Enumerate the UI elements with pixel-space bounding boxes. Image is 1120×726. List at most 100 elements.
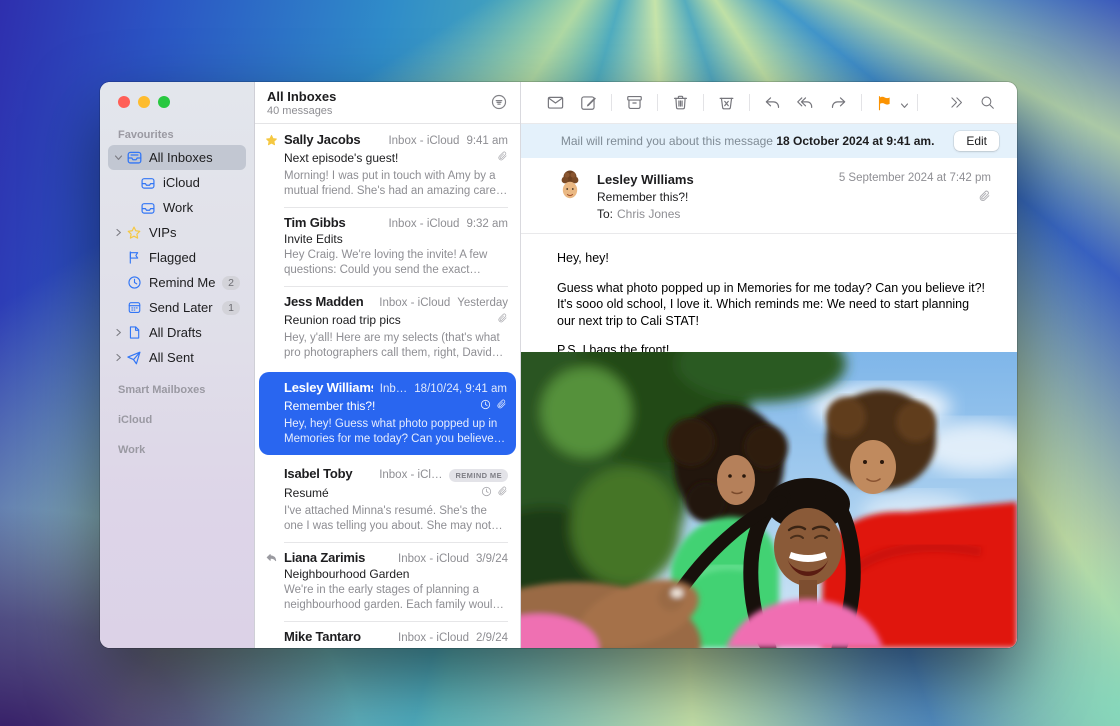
message-sender: Jess Madden (284, 294, 372, 309)
chevron-right-icon[interactable] (112, 353, 124, 362)
message-list-pane: All Inboxes 40 messages Sally Jacobs Inbo… (255, 82, 521, 648)
sidebar-section-header: Smart Mailboxes (100, 384, 254, 400)
sidebar-item-send-later[interactable]: Send Later1 (108, 295, 246, 320)
sender-name: Lesley Williams (597, 172, 839, 187)
message-mailbox: Inbox - iCloud (388, 135, 459, 147)
toolbar-separator (611, 94, 612, 111)
sidebar-section-header: Work (100, 444, 254, 460)
close-window-button[interactable] (118, 96, 130, 108)
flag-chevron-button[interactable] (900, 91, 911, 114)
sidebar-item-icloud[interactable]: iCloud (122, 170, 246, 195)
reminder-banner: Mail will remind you about this message … (521, 124, 1017, 158)
sidebar-section-header: Favourites (100, 129, 254, 145)
message-row[interactable]: Isabel TobyInbox - iCl…REMIND MEResuméI'… (255, 458, 520, 542)
toolbar-separator (861, 94, 862, 111)
toolbar (521, 82, 1017, 124)
sidebar-item-remind-me[interactable]: Remind Me2 (108, 270, 246, 295)
chevron-down-icon[interactable] (112, 153, 124, 162)
message-date: 5 September 2024 at 7:42 pm (839, 172, 991, 184)
attachment-paperclip-icon[interactable] (978, 190, 991, 208)
reading-pane: Mail will remind you about this message … (521, 82, 1017, 648)
sidebar-item-all-inboxes[interactable]: All Inboxes (108, 145, 246, 170)
message-date: 9:32 am (466, 218, 508, 230)
message-subject: Las Vegas spots (284, 646, 508, 648)
message-body: Hey, hey! Guess what photo popped up in … (521, 234, 1017, 372)
flag-icon (124, 250, 144, 265)
minimize-window-button[interactable] (138, 96, 150, 108)
get-mail-button[interactable] (539, 89, 572, 116)
photo-attachment[interactable] (521, 352, 1017, 648)
message-preview: We're in the early stages of planning a … (284, 583, 508, 612)
desktop-wallpaper: FavouritesAll InboxesiCloudWorkVIPsFlagg… (0, 0, 1120, 726)
edit-reminder-button[interactable]: Edit (954, 131, 999, 151)
toolbar-separator (657, 94, 658, 111)
star-icon (124, 225, 144, 241)
body-paragraph: Hey, hey! (557, 250, 987, 267)
message-row[interactable]: Mike TantaroInbox - iCloud2/9/24Las Vega… (255, 621, 520, 648)
message-list-header: All Inboxes 40 messages (255, 82, 520, 124)
paperclip-icon (497, 311, 508, 329)
message-mailbox: Inbox - iCl… (379, 469, 442, 481)
message-subject: Remember this?! (597, 190, 839, 204)
reply-button[interactable] (756, 89, 789, 116)
forward-button[interactable] (822, 89, 855, 116)
plane-icon (124, 350, 144, 366)
message-preview: Hey Craig. We're loving the invite! A fe… (284, 248, 508, 277)
sidebar-item-flagged[interactable]: Flagged (108, 245, 246, 270)
message-preview: Hey, hey! Guess what photo popped up in … (284, 417, 507, 446)
search-button[interactable] (972, 90, 1003, 115)
message-subject: Resumé (284, 486, 481, 500)
message-mailbox: Inbox - iCloud (379, 297, 450, 309)
message-preview: I've attached Minna's resumé. She's the … (284, 504, 508, 533)
paperclip-icon (496, 397, 507, 415)
message-date: 2/9/24 (476, 632, 508, 644)
sidebar-item-vips[interactable]: VIPs (108, 220, 246, 245)
message-date: 3/9/24 (476, 553, 508, 565)
remind-clock-icon (481, 484, 492, 502)
message-preview: Morning! I was put in touch with Amy by … (284, 169, 508, 198)
chevron-right-icon[interactable] (112, 228, 124, 237)
sidebar: FavouritesAll InboxesiCloudWorkVIPsFlagg… (100, 82, 255, 648)
flag-button[interactable] (868, 90, 900, 116)
reply-all-button[interactable] (789, 89, 822, 116)
reminder-text: Mail will remind you about this message … (541, 134, 954, 148)
filter-icon[interactable] (490, 93, 508, 116)
message-row[interactable]: Lesley WilliamsInb…18/10/24, 9:41 amReme… (259, 372, 516, 455)
message-sender: Sally Jacobs (284, 132, 381, 147)
message-row[interactable]: Sally JacobsInbox - iCloud9:41 amNext ep… (255, 124, 520, 207)
recipient-name: Chris Jones (617, 207, 680, 221)
message-row[interactable]: Jess MaddenInbox - iCloudYesterdayReunio… (255, 286, 520, 369)
flag-star-icon (264, 134, 279, 152)
paperclip-icon (497, 149, 508, 167)
sidebar-item-work[interactable]: Work (122, 195, 246, 220)
compose-button[interactable] (572, 89, 605, 116)
clock-icon (124, 275, 144, 290)
chevron-right-icon[interactable] (112, 328, 124, 337)
sidebar-item-all-sent[interactable]: All Sent (108, 345, 246, 370)
unread-badge: 1 (222, 301, 240, 315)
reminder-date: 18 October 2024 at 9:41 am. (776, 134, 934, 148)
message-subject: Invite Edits (284, 232, 508, 246)
message-subject: Remember this?! (284, 399, 480, 413)
message-preview: Hey, y'all! Here are my selects (that's … (284, 331, 508, 360)
junk-button[interactable] (710, 89, 743, 116)
window-controls (100, 94, 254, 108)
remind-clock-icon (480, 397, 491, 415)
message-count: 40 messages (267, 105, 490, 117)
inbox-icon (138, 175, 158, 191)
message-row[interactable]: Liana ZarimisInbox - iCloud3/9/24Neighbo… (255, 542, 520, 621)
remind-me-badge: REMIND ME (449, 469, 508, 482)
zoom-window-button[interactable] (158, 96, 170, 108)
message-row[interactable]: Tim GibbsInbox - iCloud9:32 amInvite Edi… (255, 207, 520, 286)
toolbar-separator (917, 94, 918, 111)
delete-button[interactable] (664, 89, 697, 116)
toolbar-separator (703, 94, 704, 111)
message-date: Yesterday (457, 297, 508, 309)
archive-button[interactable] (618, 89, 651, 116)
recipient-line: To:Chris Jones (597, 207, 839, 221)
sidebar-item-label: All Sent (149, 350, 240, 365)
unread-badge: 2 (222, 276, 240, 290)
body-paragraph: Guess what photo popped up in Memories f… (557, 280, 987, 330)
more-actions-button[interactable] (941, 90, 972, 115)
sidebar-item-all-drafts[interactable]: All Drafts (108, 320, 246, 345)
